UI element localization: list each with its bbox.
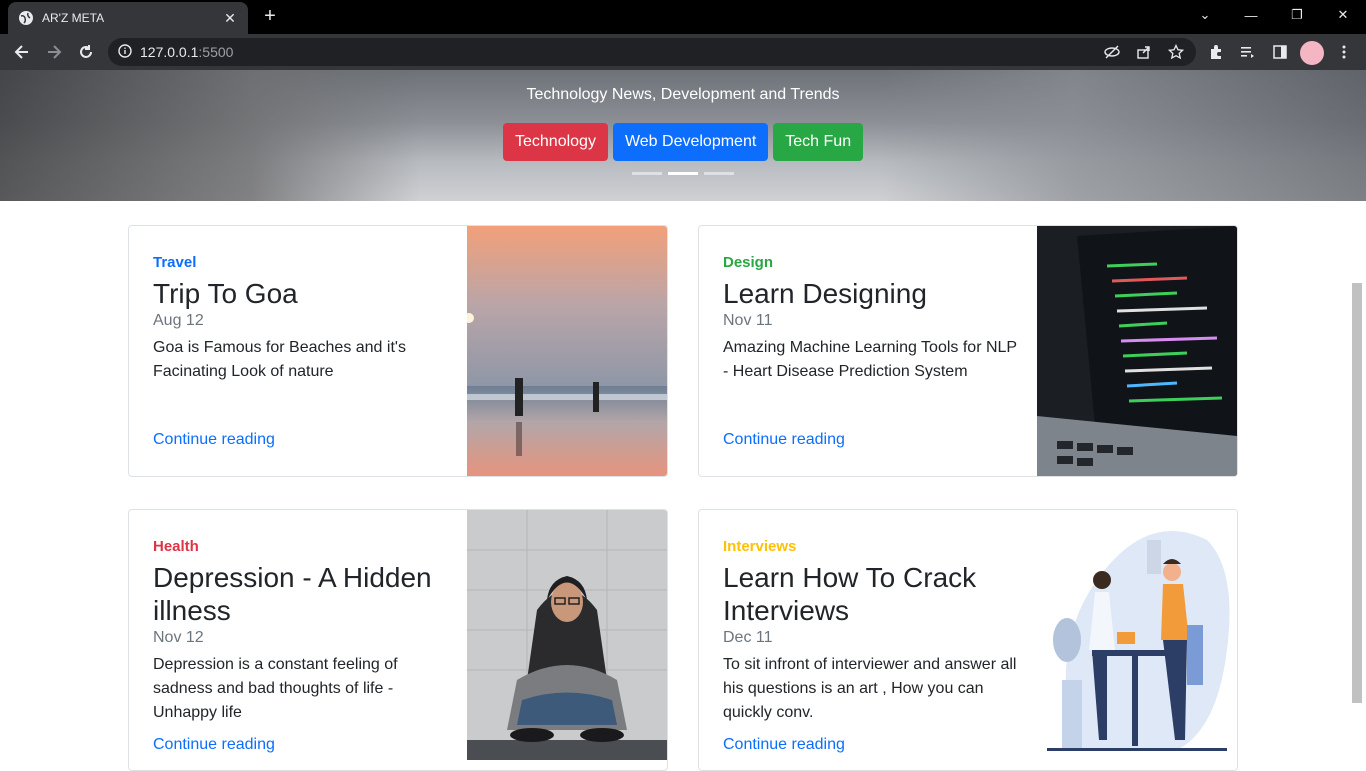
url-host: 127.0.0.1 — [140, 44, 199, 60]
card-title: Depression - A Hidden illness — [153, 562, 432, 626]
technology-button[interactable]: Technology — [503, 123, 608, 161]
sad-woman-image — [467, 510, 667, 760]
new-tab-button[interactable]: + — [258, 4, 282, 28]
side-panel-icon[interactable] — [1268, 40, 1292, 64]
carousel-indicator-2[interactable] — [668, 172, 698, 175]
close-window-icon[interactable]: ✕ — [1320, 0, 1366, 30]
carousel-indicators — [632, 172, 734, 175]
close-tab-icon[interactable]: ✕ — [222, 10, 238, 27]
extensions-icon[interactable] — [1204, 40, 1228, 64]
post-card-interviews: Interviews Learn How To Crack Interviews… — [698, 509, 1238, 771]
card-category[interactable]: Design — [723, 254, 1023, 271]
restore-icon[interactable]: ❐ — [1274, 0, 1320, 30]
browser-titlebar: AR'Z META ✕ + ⌄ — ❐ ✕ — [0, 0, 1366, 34]
reload-icon[interactable] — [74, 40, 98, 64]
browser-toolbar: 127.0.0.1:5500 — [0, 34, 1366, 70]
card-description: To sit infront of interviewer and answer… — [723, 656, 1017, 721]
interview-illustration — [1037, 510, 1237, 760]
hero-subtitle: Technology News, Development and Trends — [526, 86, 840, 103]
menu-kebab-icon[interactable] — [1332, 40, 1356, 64]
laptop-code-image — [1037, 226, 1237, 476]
card-description: Goa is Famous for Beaches and it's Facin… — [153, 339, 406, 380]
info-icon[interactable] — [118, 43, 132, 61]
eye-off-icon[interactable] — [1100, 40, 1124, 64]
minimize-icon[interactable]: — — [1228, 0, 1274, 30]
post-card-travel: Travel Trip To Goa Aug 12 Goa is Famous … — [128, 225, 668, 477]
card-title: Trip To Goa — [153, 278, 298, 309]
hero-buttons: Technology Web Development Tech Fun — [503, 123, 864, 161]
share-icon[interactable] — [1132, 40, 1156, 64]
card-description: Amazing Machine Learning Tools for NLP -… — [723, 339, 1017, 380]
card-date: Nov 12 — [153, 629, 204, 646]
card-title: Learn Designing — [723, 278, 927, 309]
card-category[interactable]: Travel — [153, 254, 453, 271]
tab-title: AR'Z META — [42, 11, 105, 25]
post-card-design: Design Learn Designing Nov 11 Amazing Ma… — [698, 225, 1238, 477]
back-icon[interactable] — [10, 40, 34, 64]
beach-sunset-image — [467, 226, 667, 476]
url-port: :5500 — [198, 44, 234, 60]
continue-reading-link[interactable]: Continue reading — [153, 431, 275, 449]
carousel-indicator-3[interactable] — [704, 172, 734, 175]
tab-search-icon[interactable]: ⌄ — [1182, 0, 1228, 30]
browser-tab[interactable]: AR'Z META ✕ — [8, 2, 248, 34]
continue-reading-link[interactable]: Continue reading — [153, 736, 275, 754]
card-date: Aug 12 — [153, 312, 204, 329]
profile-avatar[interactable] — [1300, 41, 1324, 65]
web-development-button[interactable]: Web Development — [612, 123, 769, 161]
card-category[interactable]: Interviews — [723, 538, 1023, 555]
bookmark-star-icon[interactable] — [1164, 40, 1188, 64]
card-date: Nov 11 — [723, 312, 773, 329]
tech-fun-button[interactable]: Tech Fun — [773, 123, 864, 161]
post-card-health: Health Depression - A Hidden illness Nov… — [128, 509, 668, 771]
continue-reading-link[interactable]: Continue reading — [723, 736, 845, 754]
card-description: Depression is a constant feeling of sadn… — [153, 656, 398, 721]
forward-icon[interactable] — [42, 40, 66, 64]
card-date: Dec 11 — [723, 629, 773, 646]
media-queue-icon[interactable] — [1236, 40, 1260, 64]
hero-carousel: Technology News, Development and Trends … — [0, 70, 1366, 201]
continue-reading-link[interactable]: Continue reading — [723, 431, 845, 449]
address-bar[interactable]: 127.0.0.1:5500 — [108, 38, 1196, 66]
globe-icon — [18, 10, 34, 26]
card-category[interactable]: Health — [153, 538, 453, 555]
page-scrollbar[interactable] — [1352, 283, 1362, 703]
card-title: Learn How To Crack Interviews — [723, 562, 977, 626]
carousel-indicator-1[interactable] — [632, 172, 662, 175]
